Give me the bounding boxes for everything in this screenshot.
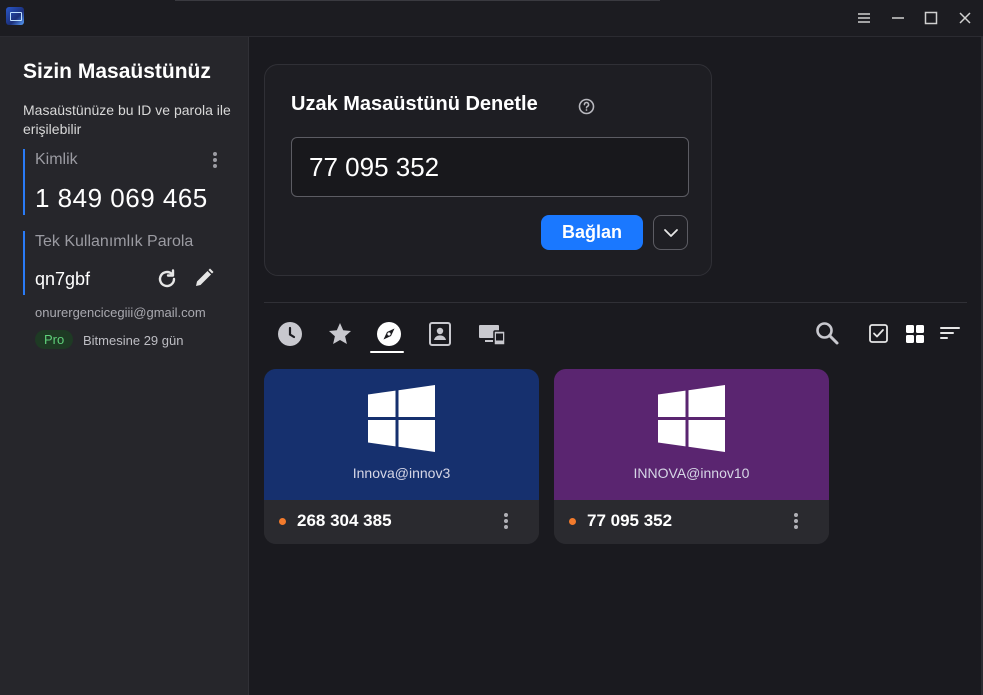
discovered-compass-icon <box>377 322 401 346</box>
menu-icon[interactable] <box>852 6 876 30</box>
expiry-text: Bitmesine 29 gün <box>83 333 184 348</box>
password-value: qn7gbf <box>35 269 91 289</box>
address-book-icon <box>429 322 451 346</box>
id-label: Kimlik <box>35 151 78 168</box>
tab-address-book[interactable] <box>421 317 457 353</box>
section-divider <box>264 302 967 303</box>
peer-options-icon[interactable] <box>794 513 798 531</box>
history-icon <box>278 322 302 346</box>
sort-icon[interactable] <box>938 320 966 348</box>
sidebar: Sizin Masaüstünüz Masaüstünüze bu ID ve … <box>0 37 249 695</box>
tab-favorites[interactable] <box>321 317 357 353</box>
pro-badge: Pro <box>35 330 74 349</box>
remote-control-title: Uzak Masaüstünü Denetle <box>291 93 538 115</box>
peer-card-header: Innova@innov3 <box>264 369 539 500</box>
tab-group[interactable] <box>471 317 507 353</box>
peer-id: 77 095 352 <box>587 511 673 530</box>
account-email: onurergencicegiii@gmail.com <box>35 305 206 320</box>
refresh-password-icon[interactable] <box>155 267 179 296</box>
status-dot <box>279 518 286 525</box>
peer-card-footer: 77 095 352 <box>554 500 829 544</box>
sidebar-description: Masaüstünüze bu ID ve parola ile erişile… <box>23 102 231 137</box>
main-panel: Uzak Masaüstünü Denetle Bağlan <box>249 37 983 695</box>
windows-logo-icon <box>658 385 725 452</box>
edit-password-icon[interactable] <box>192 266 216 295</box>
search-icon[interactable] <box>814 320 842 348</box>
peer-card-footer: 268 304 385 <box>264 500 539 544</box>
id-options-icon[interactable] <box>212 152 218 172</box>
connect-button[interactable]: Bağlan <box>541 215 643 250</box>
sidebar-title: Sizin Masaüstünüz <box>23 60 211 83</box>
connect-options-button[interactable] <box>653 215 688 250</box>
app-logo-icon <box>6 7 24 25</box>
group-devices-icon <box>479 325 506 346</box>
minimize-icon[interactable] <box>886 6 910 30</box>
title-bar <box>0 0 983 37</box>
maximize-icon[interactable] <box>919 6 943 30</box>
peer-card[interactable]: Innova@innov3 268 304 385 <box>264 369 539 544</box>
password-label: Tek Kullanımlık Parola <box>35 233 194 250</box>
windows-logo-icon <box>368 385 435 452</box>
id-value: 1 849 069 465 <box>35 183 208 213</box>
select-checkbox-icon[interactable] <box>867 320 895 348</box>
peer-username: INNOVA@innov10 <box>633 465 750 481</box>
status-dot <box>569 518 576 525</box>
remote-id-input[interactable] <box>291 137 689 197</box>
id-accent-bar <box>23 149 25 215</box>
password-accent-bar <box>23 231 25 295</box>
remote-control-card: Uzak Masaüstünü Denetle Bağlan <box>264 64 712 276</box>
peer-id: 268 304 385 <box>297 511 392 530</box>
peer-username: Innova@innov3 <box>352 465 451 481</box>
close-icon[interactable] <box>953 6 977 30</box>
help-icon[interactable] <box>578 98 595 120</box>
tab-history[interactable] <box>271 317 307 353</box>
tab-discovered[interactable] <box>370 317 406 353</box>
title-bar-edge <box>175 0 660 1</box>
favorites-star-icon <box>329 323 351 344</box>
grid-view-icon[interactable] <box>903 320 931 348</box>
chevron-down-icon <box>664 229 678 237</box>
peer-card[interactable]: INNOVA@innov10 77 095 352 <box>554 369 829 544</box>
peer-options-icon[interactable] <box>504 513 508 531</box>
peer-card-header: INNOVA@innov10 <box>554 369 829 500</box>
